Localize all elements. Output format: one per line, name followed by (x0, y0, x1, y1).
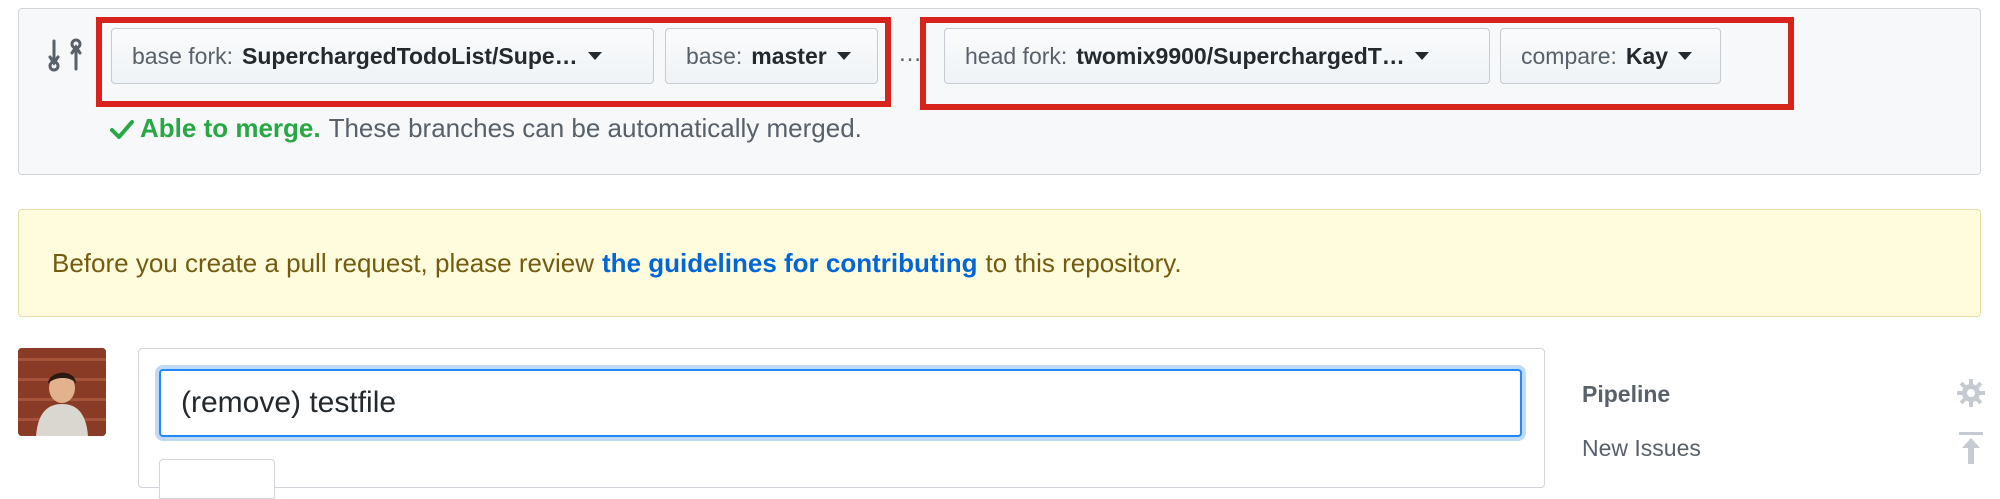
tab-write[interactable] (159, 459, 275, 499)
highlight-box-base (96, 17, 891, 107)
contributing-notice: Before you create a pull request, please… (18, 209, 1981, 317)
git-compare-icon[interactable] (48, 37, 82, 73)
contributing-guidelines-link[interactable]: the guidelines for contributing (602, 248, 978, 279)
gear-icon[interactable] (1956, 378, 1986, 408)
avatar[interactable] (18, 348, 106, 436)
sidebar-pipeline-value: New Issues (1582, 435, 1701, 461)
pull-request-form (138, 348, 1545, 499)
merge-status-description: These branches can be automatically merg… (328, 113, 862, 143)
highlight-box-head (920, 17, 1794, 110)
check-icon (110, 119, 134, 139)
merge-status-label: Able to merge. (140, 113, 321, 143)
pr-title-input[interactable] (159, 369, 1522, 437)
sidebar-pipeline-title: Pipeline (1582, 381, 1671, 407)
merge-status: Able to merge. These branches can be aut… (110, 113, 862, 144)
notice-text-after: to this repository. (985, 247, 1182, 278)
notice-text-before: Before you create a pull request, please… (52, 247, 594, 278)
pin-icon[interactable] (1956, 430, 1986, 464)
